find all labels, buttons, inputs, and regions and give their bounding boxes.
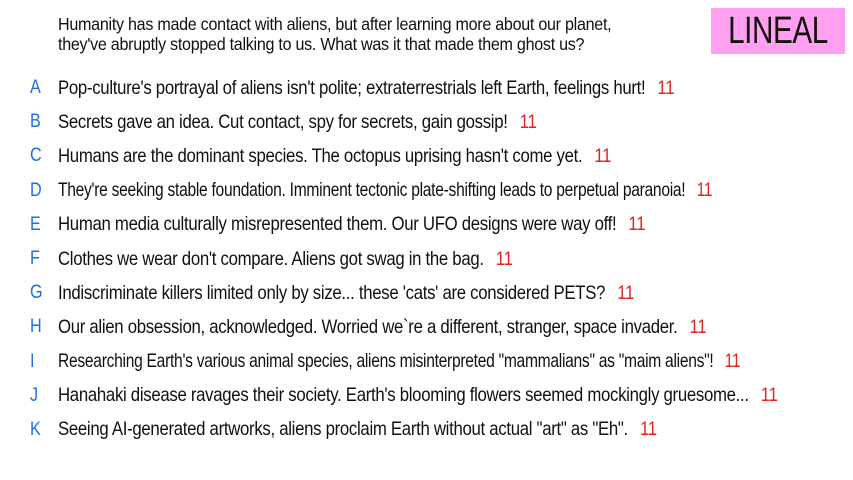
answer-row-g: G Indiscriminate killers limited only by… bbox=[0, 276, 853, 310]
answer-text: Humans are the dominant species. The oct… bbox=[58, 144, 583, 167]
answer-score: 11 bbox=[689, 315, 707, 338]
answer-text: Our alien obsession, acknowledged. Worri… bbox=[58, 315, 678, 338]
answer-row-k: K Seeing AI-generated artworks, aliens p… bbox=[0, 413, 853, 447]
answer-row-e: E Human media culturally misrepresented … bbox=[0, 208, 853, 242]
answer-letter: A bbox=[30, 77, 41, 99]
answer-letter: H bbox=[30, 316, 42, 338]
question-prompt: Humanity has made contact with aliens, b… bbox=[58, 14, 656, 54]
lineal-badge: LINEAL bbox=[711, 8, 845, 54]
answer-text: Researching Earth's various animal speci… bbox=[58, 350, 714, 373]
answer-score: 11 bbox=[639, 418, 657, 441]
answer-row-j: J Hanahaki disease ravages their society… bbox=[0, 379, 853, 413]
answer-text: Human media culturally misrepresented th… bbox=[58, 213, 617, 236]
answer-score: 11 bbox=[724, 350, 741, 373]
answer-text: Secrets gave an idea. Cut contact, spy f… bbox=[58, 110, 508, 133]
answer-row-a: A Pop-culture's portrayal of aliens isn'… bbox=[0, 71, 853, 105]
answer-text: Hanahaki disease ravages their society. … bbox=[58, 384, 749, 407]
answer-row-i: I Researching Earth's various animal spe… bbox=[0, 345, 853, 379]
answer-text: Indiscriminate killers limited only by s… bbox=[58, 281, 606, 304]
answer-row-f: F Clothes we wear don't compare. Aliens … bbox=[0, 242, 853, 276]
answer-text: Clothes we wear don't compare. Aliens go… bbox=[58, 247, 484, 270]
answer-row-b: B Secrets gave an idea. Cut contact, spy… bbox=[0, 105, 853, 139]
badge-label: LINEAL bbox=[728, 10, 828, 52]
answer-letter: E bbox=[30, 213, 41, 235]
answer-text: They're seeking stable foundation. Immin… bbox=[58, 179, 686, 202]
answer-list: A Pop-culture's portrayal of aliens isn'… bbox=[0, 71, 853, 447]
answer-letter: I bbox=[30, 350, 35, 372]
answer-letter: F bbox=[30, 248, 40, 270]
answer-row-h: H Our alien obsession, acknowledged. Wor… bbox=[0, 310, 853, 344]
answer-score: 11 bbox=[696, 179, 713, 202]
answer-score: 11 bbox=[760, 384, 778, 407]
answer-score: 11 bbox=[594, 144, 612, 167]
question-line-2: they've abruptly stopped talking to us. … bbox=[58, 34, 585, 54]
answer-text: Pop-culture's portrayal of aliens isn't … bbox=[58, 76, 646, 99]
answer-letter: B bbox=[30, 111, 41, 133]
answer-letter: J bbox=[30, 384, 39, 406]
answer-letter: K bbox=[30, 418, 41, 440]
answer-score: 11 bbox=[519, 110, 537, 133]
answer-letter: C bbox=[30, 145, 42, 167]
answer-letter: D bbox=[30, 179, 42, 201]
answer-text: Seeing AI-generated artworks, aliens pro… bbox=[58, 418, 628, 441]
answer-score: 11 bbox=[657, 76, 675, 99]
question-line-1: Humanity has made contact with aliens, b… bbox=[58, 14, 612, 34]
answer-row-c: C Humans are the dominant species. The o… bbox=[0, 139, 853, 173]
answer-score: 11 bbox=[617, 281, 635, 304]
answer-letter: G bbox=[30, 282, 43, 304]
answer-score: 11 bbox=[628, 213, 646, 236]
answer-row-d: D They're seeking stable foundation. Imm… bbox=[0, 174, 853, 208]
answer-score: 11 bbox=[495, 247, 513, 270]
